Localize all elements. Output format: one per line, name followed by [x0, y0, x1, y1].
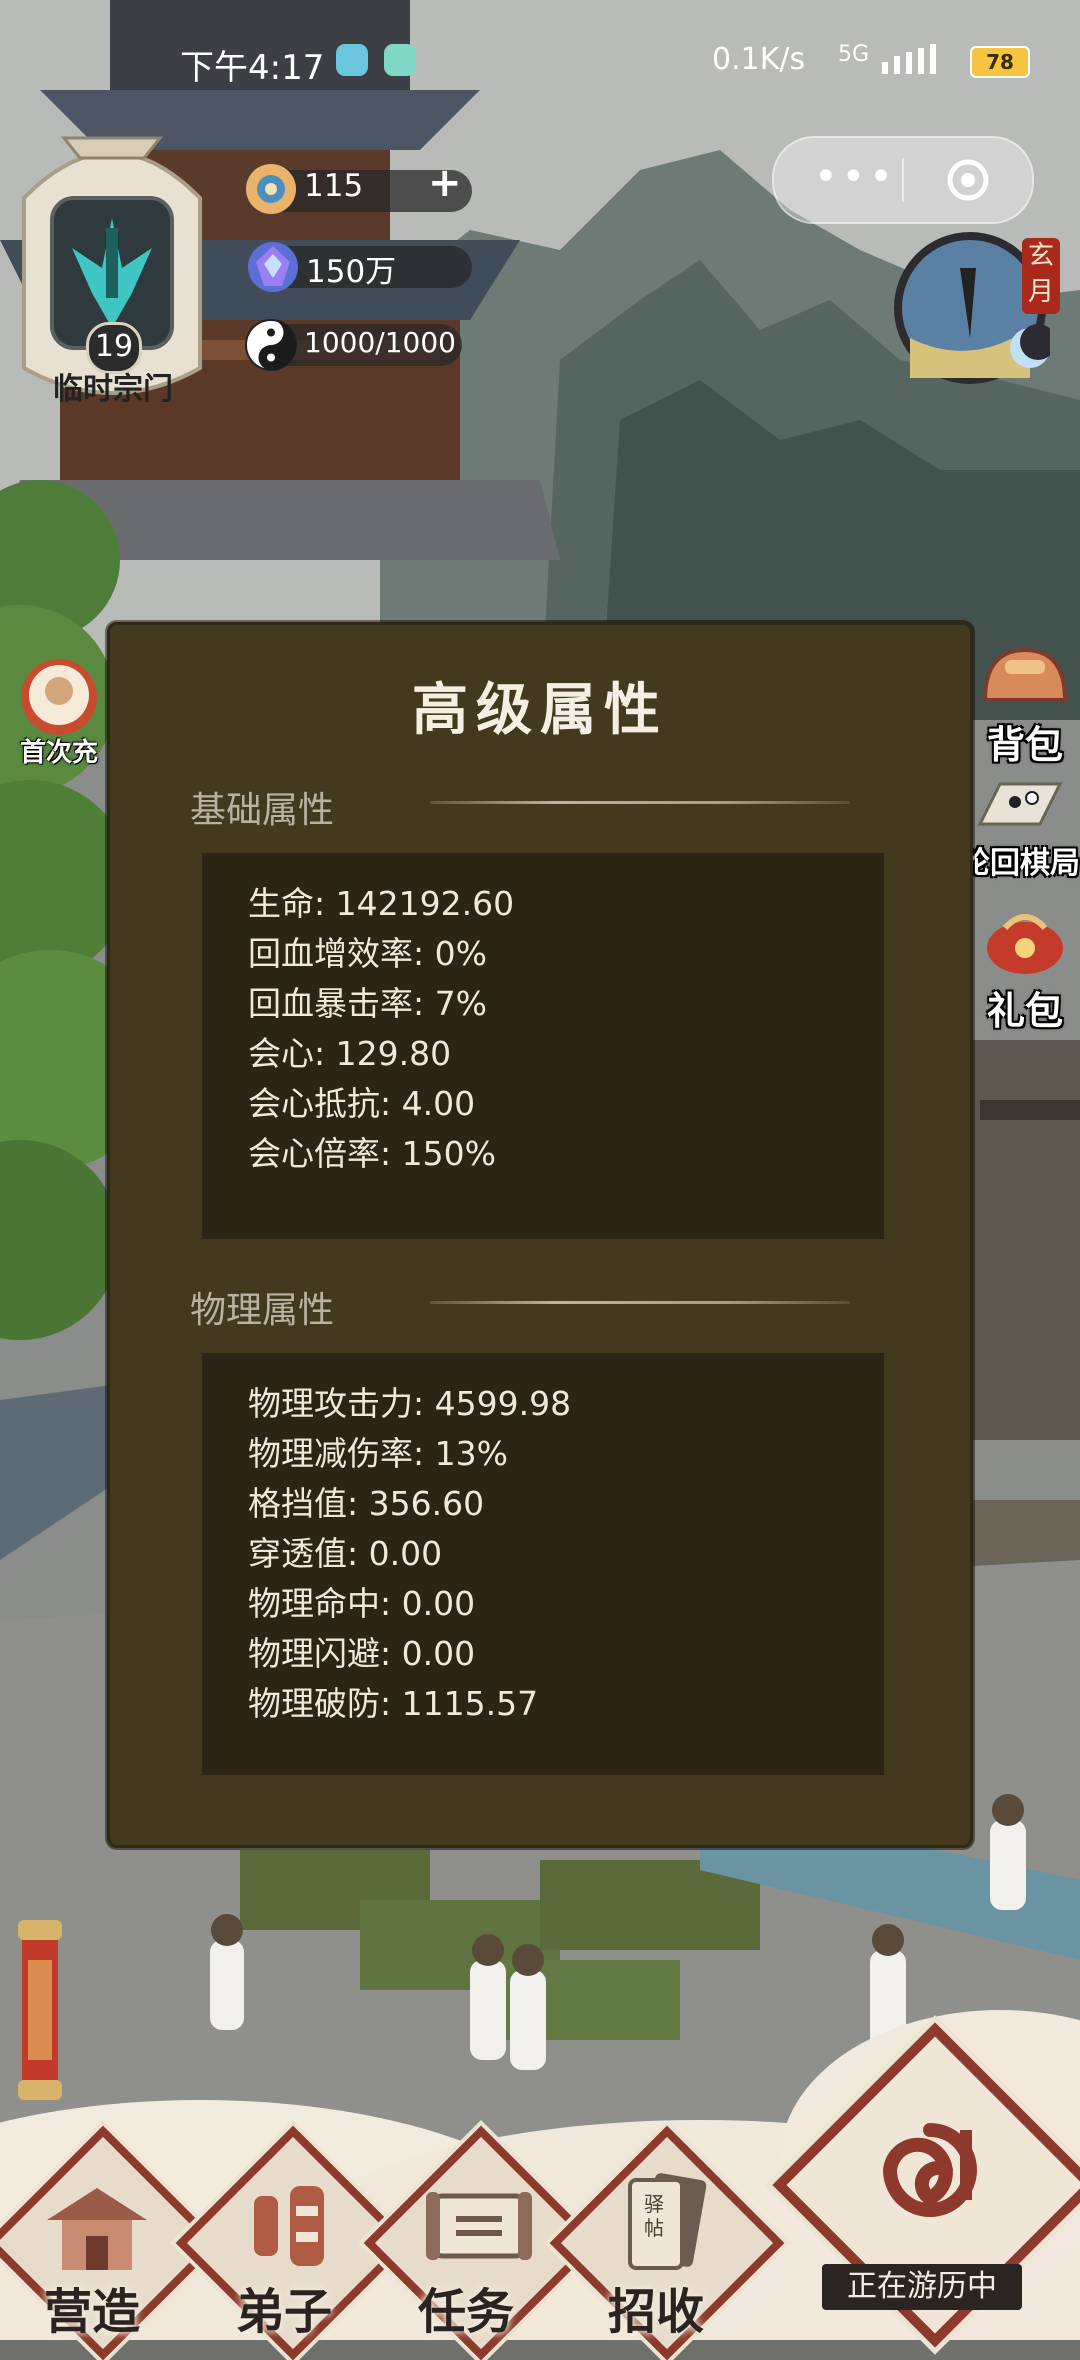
stat-row: 生命: 142192.60 [248, 884, 515, 923]
nav-disciples-button[interactable]: 弟子 [175, 2125, 411, 2360]
stat-row: 物理攻击力: 4599.98 [248, 1384, 572, 1423]
nav-recruit-button[interactable]: 驿帖 招收 [549, 2125, 785, 2360]
physical-attributes-title: 物理属性 [190, 1290, 335, 1331]
scroll-icon[interactable] [14, 1920, 66, 2100]
basic-stats-box: 生命: 142192.60 回血增效率: 0% 回血暴击率: 7% 会心: 12… [202, 853, 884, 1239]
stat-row: 会心倍率: 150% [248, 1134, 496, 1173]
status-bar: 下午4:17 0.1K/s 5G 78 [0, 30, 1080, 90]
chessboard-icon [977, 782, 1063, 826]
disciple-glyph-icon [254, 2186, 324, 2266]
first-charge-label[interactable]: 首次充 [20, 732, 98, 769]
recruit-card-icon [628, 2173, 707, 2270]
stat-row: 物理破防: 1115.57 [248, 1684, 539, 1723]
month-badge: 玄月 [1022, 238, 1060, 314]
spirit-stone-value: 150万 [306, 254, 397, 290]
status-net-speed: 0.1K/s [712, 42, 806, 77]
stat-row: 物理闪避: 0.00 [248, 1634, 476, 1673]
bag-label: 背包 [986, 723, 1063, 767]
nav-disciples-label: 弟子 [236, 2284, 333, 2340]
battery-indicator: 78 [970, 46, 1030, 78]
nav-build-button[interactable]: 营造 [0, 2125, 221, 2360]
signal-icon [882, 44, 936, 74]
gift-label: 礼包 [986, 989, 1063, 1033]
taiji-icon [245, 319, 297, 371]
notification-app-icon [336, 44, 368, 76]
status-network-type: 5G [838, 42, 870, 67]
bag-icon [982, 647, 1068, 702]
sect-name: 临时宗门 [53, 372, 173, 407]
panel-title: 高级属性 [412, 677, 668, 743]
stamina-icon [246, 164, 296, 214]
stat-row: 物理命中: 0.00 [248, 1584, 476, 1623]
side-menu-bag[interactable]: 背包 [970, 640, 1080, 769]
stat-row: 格挡值: 356.60 [248, 1484, 485, 1523]
scroll-task-icon [426, 2192, 532, 2260]
physical-section-divider [430, 1301, 850, 1304]
physical-stats-box: 物理攻击力: 4599.98 物理减伤率: 13% 格挡值: 356.60 穿透… [202, 1353, 884, 1775]
side-menu-gift[interactable]: 礼包 [970, 906, 1080, 1035]
status-time: 下午4:17 [180, 48, 325, 88]
add-stamina-button[interactable]: + [428, 160, 462, 206]
stat-row: 物理减伤率: 13% [248, 1434, 508, 1473]
nav-recruit-label: 招收 [608, 2284, 705, 2340]
traveling-status-label[interactable]: 正在游历中 [822, 2264, 1022, 2310]
stat-row: 会心: 129.80 [248, 1034, 452, 1073]
mini-program-capsule: ••• [772, 136, 1034, 224]
stamina-value: 115 [304, 168, 364, 204]
stat-row: 回血暴击率: 7% [248, 984, 487, 1023]
basic-attributes-title: 基础属性 [190, 790, 335, 831]
close-miniprogram-icon[interactable] [946, 158, 990, 202]
nav-tasks-label: 任务 [418, 2284, 515, 2340]
advanced-attributes-panel: 高级属性 基础属性 生命: 142192.60 回血增效率: 0% 回血暴击率:… [107, 622, 973, 1848]
stat-row: 穿透值: 0.00 [248, 1534, 443, 1573]
taiji-value: 1000/1000 [304, 326, 456, 359]
side-menu-chess[interactable]: 轮回棋局 [960, 774, 1080, 882]
travel-spiral-icon [882, 2123, 977, 2217]
nav-build-label: 营造 [44, 2284, 141, 2340]
capsule-divider [902, 158, 904, 202]
notification-browser-icon [384, 44, 416, 76]
nav-tasks-button[interactable]: 任务 [363, 2125, 599, 2360]
recruit-card-text: 驿帖 [644, 2192, 664, 2240]
spirit-stone-icon [248, 242, 298, 292]
gift-bag-icon [987, 914, 1063, 974]
pavilion-icon [47, 2188, 147, 2270]
chess-label: 轮回棋局 [960, 846, 1080, 881]
stat-row: 回血增效率: 0% [248, 934, 487, 973]
basic-section-divider [430, 801, 850, 804]
more-menu-button[interactable]: ••• [814, 154, 897, 200]
stat-row: 会心抵抗: 4.00 [248, 1084, 476, 1123]
